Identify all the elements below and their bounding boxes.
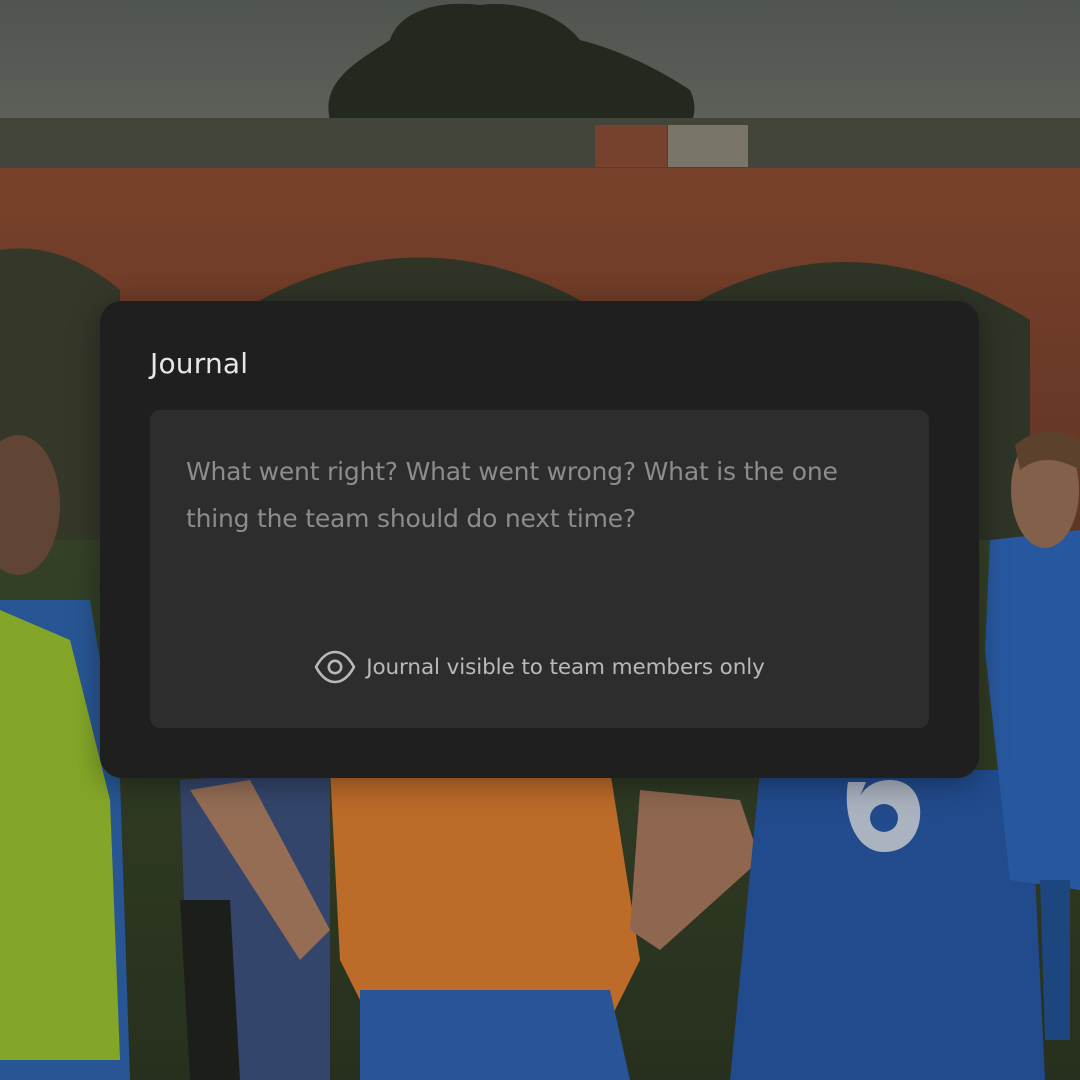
journal-card: Journal Journal visible to team members …: [100, 301, 979, 778]
eye-icon: [314, 650, 356, 684]
journal-title: Journal: [150, 347, 249, 380]
visibility-note-text: Journal visible to team members only: [366, 654, 765, 680]
journal-entry-box: Journal visible to team members only: [150, 410, 929, 728]
visibility-note: Journal visible to team members only: [150, 650, 929, 684]
